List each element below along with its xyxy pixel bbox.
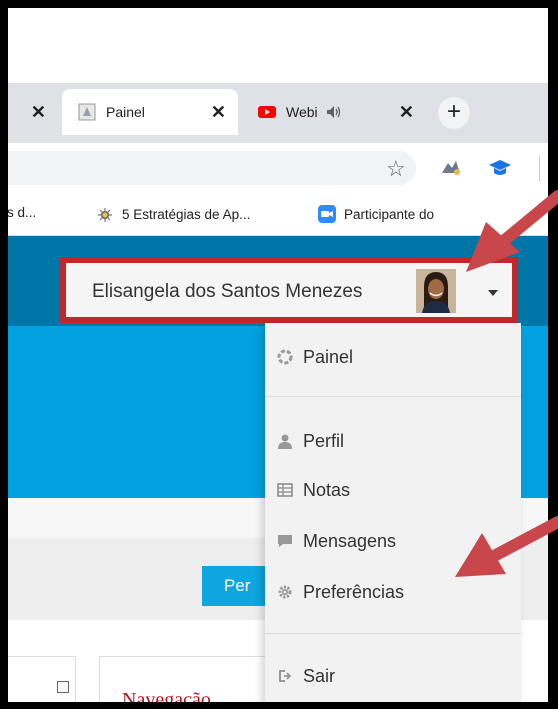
annotation-arrows [455, 190, 558, 577]
bottom-arrow-icon [455, 516, 558, 577]
top-arrow-icon [466, 190, 558, 272]
